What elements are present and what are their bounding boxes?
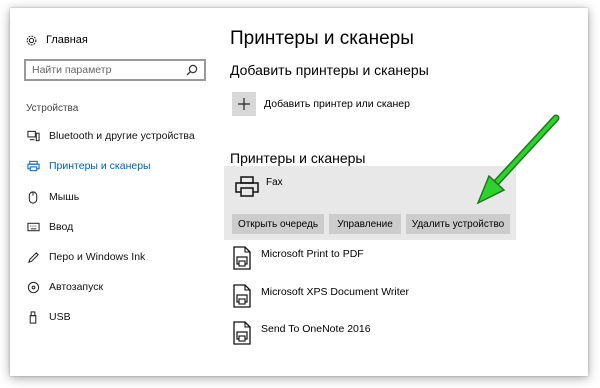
device-name: Fax xyxy=(266,177,283,188)
sidebar-item-label: Ввод xyxy=(49,221,74,233)
add-section-title: Добавить принтеры и сканеры xyxy=(230,62,429,78)
printer-icon xyxy=(26,159,40,173)
sidebar-item-printers[interactable]: Принтеры и сканеры xyxy=(26,159,151,173)
sidebar-item-label: USB xyxy=(49,311,71,323)
sidebar-item-input[interactable]: Ввод xyxy=(26,220,73,234)
usb-icon xyxy=(26,310,40,324)
add-printer-button[interactable]: Добавить принтер или сканер xyxy=(232,92,410,116)
printer-document-icon xyxy=(232,284,252,308)
bluetooth-devices-icon xyxy=(26,129,40,143)
add-printer-label: Добавить принтер или сканер xyxy=(264,98,410,110)
sidebar: Главная Найти параметр Устройства Blueto… xyxy=(10,8,220,376)
pen-icon xyxy=(26,250,40,264)
device-row-xps[interactable]: Microsoft XPS Document Writer xyxy=(232,284,409,308)
sidebar-item-label: Мышь xyxy=(49,191,80,203)
device-name: Microsoft XPS Document Writer xyxy=(261,286,410,298)
open-queue-button[interactable]: Открыть очередь xyxy=(232,214,324,234)
sidebar-item-label: Bluetooth и другие устройства xyxy=(49,130,195,142)
printer-document-icon xyxy=(232,321,252,345)
device-row-onenote[interactable]: Send To OneNote 2016 xyxy=(232,321,371,345)
gear-icon xyxy=(24,33,38,47)
device-row-pdf[interactable]: Microsoft Print to PDF xyxy=(232,246,364,270)
devices-section-label: Устройства xyxy=(26,103,79,114)
printers-list-title: Принтеры и сканеры xyxy=(230,150,366,166)
printer-document-icon xyxy=(232,246,252,270)
home-nav-item[interactable]: Главная xyxy=(24,33,88,47)
home-label: Главная xyxy=(46,34,88,46)
keyboard-icon xyxy=(26,220,40,234)
sidebar-item-mouse[interactable]: Мышь xyxy=(26,190,79,204)
device-name: Microsoft Print to PDF xyxy=(261,248,364,260)
manage-button[interactable]: Управление xyxy=(329,214,401,234)
search-input[interactable]: Найти параметр xyxy=(24,59,206,81)
settings-window: Главная Найти параметр Устройства Blueto… xyxy=(10,8,588,376)
sidebar-item-autoplay[interactable]: Автозапуск xyxy=(26,280,103,294)
selected-device-panel[interactable]: Fax Открыть очередь Управление Удалить у… xyxy=(224,166,516,240)
search-icon[interactable] xyxy=(186,64,198,76)
sidebar-item-label: Перо и Windows Ink xyxy=(49,251,146,263)
printer-icon xyxy=(234,174,260,200)
plus-icon xyxy=(232,92,256,116)
sidebar-item-label: Принтеры и сканеры xyxy=(49,160,151,172)
sidebar-item-usb[interactable]: USB xyxy=(26,310,71,324)
search-placeholder: Найти параметр xyxy=(32,64,112,76)
sidebar-item-label: Автозапуск xyxy=(49,281,104,293)
remove-device-button[interactable]: Удалить устройство xyxy=(406,214,510,234)
page-title: Принтеры и сканеры xyxy=(230,28,414,49)
sidebar-item-pen[interactable]: Перо и Windows Ink xyxy=(26,250,145,264)
main-content: Принтеры и сканеры Добавить принтеры и с… xyxy=(224,8,588,376)
mouse-icon xyxy=(26,190,40,204)
device-name: Send To OneNote 2016 xyxy=(261,323,371,335)
fax-device-row[interactable]: Fax xyxy=(234,174,283,200)
sidebar-item-bluetooth[interactable]: Bluetooth и другие устройства xyxy=(26,129,195,143)
autoplay-icon xyxy=(26,280,40,294)
